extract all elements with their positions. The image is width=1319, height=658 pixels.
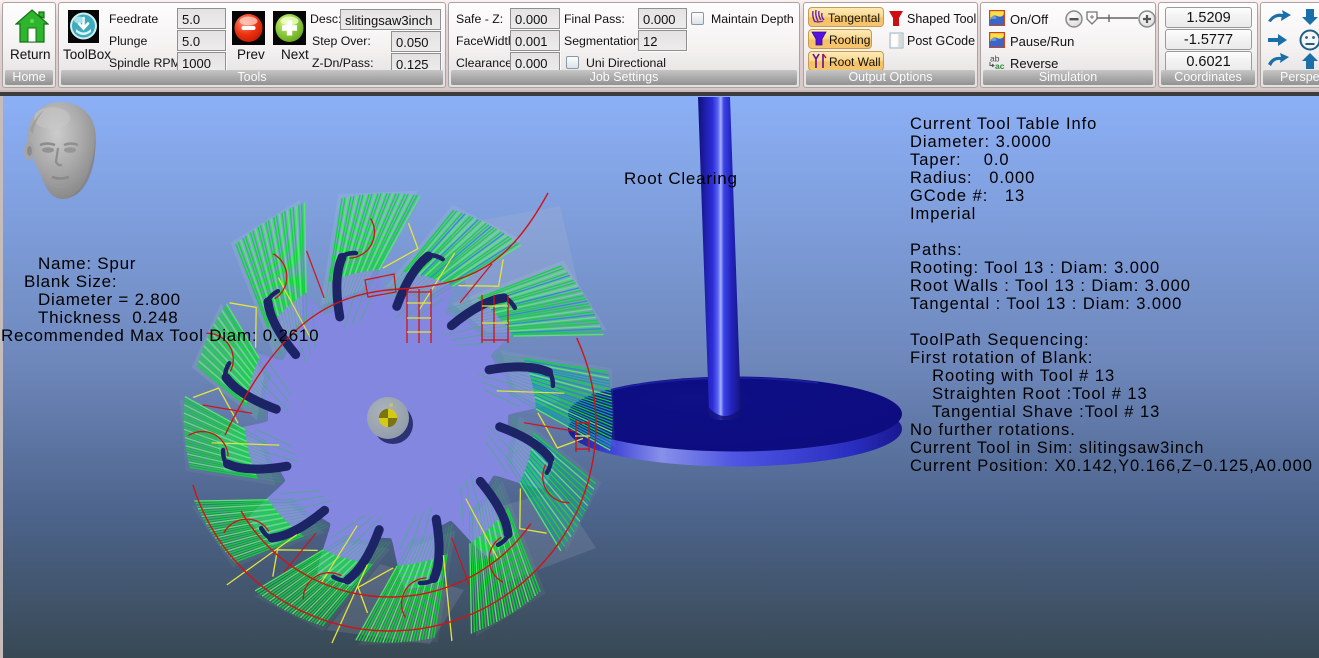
- svg-text:ac: ac: [995, 61, 1005, 70]
